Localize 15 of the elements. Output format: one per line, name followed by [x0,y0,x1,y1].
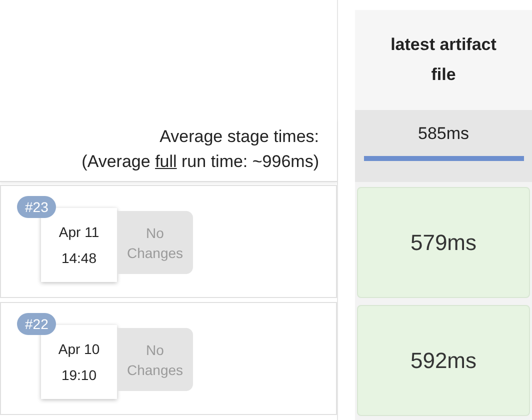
build-date: Apr 10 [58,341,100,357]
stage-duration-cell[interactable]: 579ms [357,187,530,298]
build-number-badge[interactable]: #23 [17,196,56,218]
build-time: 14:48 [61,250,97,266]
build-number-badge[interactable]: #22 [17,313,56,335]
stage-average-time: 585ms [418,124,470,144]
changes-box[interactable]: No Changes [117,211,193,274]
average-stage-times-label: Average stage times: [160,126,319,148]
build-date: Apr 11 [58,224,100,240]
changes-box[interactable]: No Changes [117,328,193,391]
stage-header: latest artifact file [355,10,532,110]
build-time: 19:10 [61,367,97,383]
average-run-time-text: (Average full run time: ~996ms) [82,151,319,173]
full-run-link[interactable]: full [155,152,177,171]
stage-duration-cell[interactable]: 592ms [357,305,530,416]
